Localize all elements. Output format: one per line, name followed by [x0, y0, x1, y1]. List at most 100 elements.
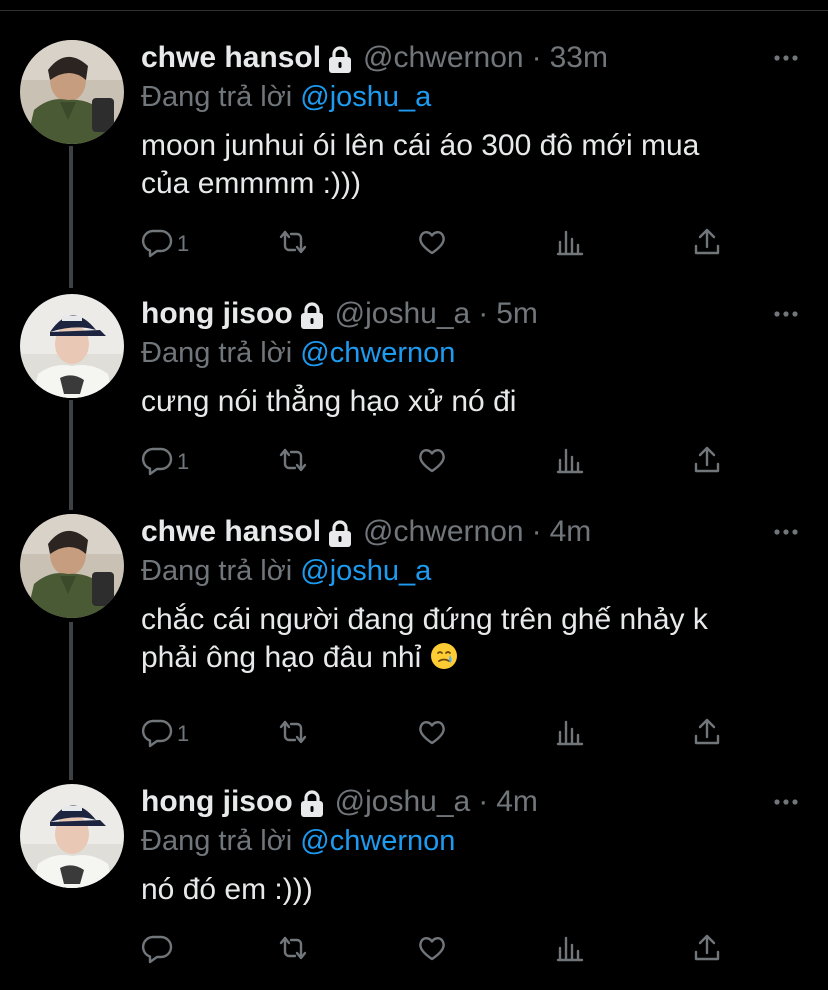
like-button[interactable]	[416, 930, 448, 970]
reply-mention[interactable]: @chwernon	[300, 337, 455, 369]
like-icon	[416, 444, 448, 481]
reply-icon	[141, 444, 173, 481]
stats-button[interactable]	[554, 442, 586, 482]
tweet-actions	[141, 930, 741, 970]
reply-count: 1	[177, 449, 190, 474]
lock-icon	[327, 45, 353, 73]
tweet-actions: 1	[141, 714, 741, 754]
avatar[interactable]	[20, 784, 124, 888]
timestamp[interactable]: 33m	[550, 38, 608, 78]
share-button[interactable]	[691, 714, 723, 754]
share-button[interactable]	[691, 442, 723, 482]
retweet-button[interactable]	[277, 714, 309, 754]
reply-count: 1	[177, 721, 190, 746]
stats-button[interactable]	[554, 224, 586, 264]
separator-dot: ·	[478, 785, 489, 818]
reply-icon	[141, 716, 173, 753]
display-name[interactable]: chwe hansol	[141, 512, 321, 552]
timestamp[interactable]: 4m	[550, 512, 592, 552]
reply-prefix: Đang trả lời	[141, 825, 301, 857]
display-name[interactable]: chwe hansol	[141, 38, 321, 78]
reply-mention[interactable]: @joshu_a	[300, 81, 431, 113]
reply-context: Đang trả lời @joshu_a	[141, 552, 431, 590]
tweet-text-line: moon junhui ói lên cái áo 300 đô mới mua	[141, 129, 700, 162]
tweet-text-line: phải ông hạo đâu nhỉ	[141, 641, 422, 674]
tweet-text-line: của emmmm :)))	[141, 167, 361, 200]
like-button[interactable]	[416, 224, 448, 264]
more-icon[interactable]	[772, 44, 800, 72]
avatar[interactable]	[20, 40, 124, 144]
retweet-icon	[277, 932, 309, 969]
tweet-actions: 1	[141, 442, 741, 482]
more-icon[interactable]	[772, 788, 800, 816]
timestamp[interactable]: 4m	[496, 782, 538, 822]
like-icon	[416, 932, 448, 969]
like-button[interactable]	[416, 714, 448, 754]
tweet-text-line: chắc cái người đang đứng trên ghế nhảy k	[141, 603, 708, 636]
stats-icon	[554, 226, 586, 263]
timestamp[interactable]: 5m	[496, 294, 538, 334]
thread-connector	[69, 622, 73, 780]
reply-context: Đang trả lời @joshu_a	[141, 78, 431, 116]
tweet-actions: 1	[141, 224, 741, 264]
separator-dot: ·	[531, 41, 542, 74]
display-name[interactable]: hong jisoo	[141, 294, 293, 334]
like-icon	[416, 716, 448, 753]
retweet-icon	[277, 226, 309, 263]
reply-icon	[141, 226, 173, 263]
reply-count: 1	[177, 231, 190, 256]
retweet-icon	[277, 444, 309, 481]
reply-prefix: Đang trả lời	[141, 337, 301, 369]
user-handle[interactable]: @chwernon	[363, 38, 524, 78]
reply-button[interactable]	[141, 930, 177, 970]
user-handle[interactable]: @chwernon	[363, 512, 524, 552]
thread: chwe hansol @chwernon · 33m Đang trả lời…	[0, 0, 828, 990]
more-icon[interactable]	[772, 518, 800, 546]
more-icon[interactable]	[772, 300, 800, 328]
like-button[interactable]	[416, 442, 448, 482]
reply-button[interactable]: 1	[141, 224, 189, 264]
reply-button[interactable]: 1	[141, 442, 189, 482]
tweet-text-line: cưng nói thẳng hạo xử nó đi	[141, 385, 517, 418]
stats-button[interactable]	[554, 714, 586, 754]
share-icon	[691, 226, 723, 263]
reply-context: Đang trả lời @chwernon	[141, 822, 455, 860]
stats-button[interactable]	[554, 930, 586, 970]
tweet-header: chwe hansol @chwernon · 4m	[141, 512, 768, 552]
tweet-text: cưng nói thẳng hạo xử nó đi	[141, 383, 791, 421]
reply-prefix: Đang trả lời	[141, 555, 301, 587]
avatar[interactable]	[20, 514, 124, 618]
share-icon	[691, 932, 723, 969]
user-handle[interactable]: @joshu_a	[335, 782, 471, 822]
tweet-text: nó đó em :)))	[141, 871, 791, 909]
retweet-icon	[277, 716, 309, 753]
share-button[interactable]	[691, 930, 723, 970]
like-icon	[416, 226, 448, 263]
tweet-header: hong jisoo @joshu_a · 5m	[141, 294, 768, 334]
reply-mention[interactable]: @joshu_a	[300, 555, 431, 587]
lock-icon	[299, 301, 325, 329]
thread-connector	[69, 400, 73, 510]
avatar[interactable]	[20, 294, 124, 398]
retweet-button[interactable]	[277, 930, 309, 970]
stats-icon	[554, 444, 586, 481]
crying-face-emoji	[430, 642, 458, 670]
user-handle[interactable]: @joshu_a	[335, 294, 471, 334]
tweet-text: chắc cái người đang đứng trên ghế nhảy k…	[141, 601, 791, 677]
reply-context: Đang trả lời @chwernon	[141, 334, 455, 372]
reply-mention[interactable]: @chwernon	[300, 825, 455, 857]
share-button[interactable]	[691, 224, 723, 264]
reply-icon	[141, 932, 173, 969]
display-name[interactable]: hong jisoo	[141, 782, 293, 822]
separator-dot: ·	[478, 297, 489, 330]
tweet-header: chwe hansol @chwernon · 33m	[141, 38, 768, 78]
stats-icon	[554, 932, 586, 969]
share-icon	[691, 444, 723, 481]
thread-connector	[69, 146, 73, 288]
retweet-button[interactable]	[277, 224, 309, 264]
lock-icon	[327, 519, 353, 547]
reply-prefix: Đang trả lời	[141, 81, 301, 113]
reply-button[interactable]: 1	[141, 714, 189, 754]
share-icon	[691, 716, 723, 753]
retweet-button[interactable]	[277, 442, 309, 482]
